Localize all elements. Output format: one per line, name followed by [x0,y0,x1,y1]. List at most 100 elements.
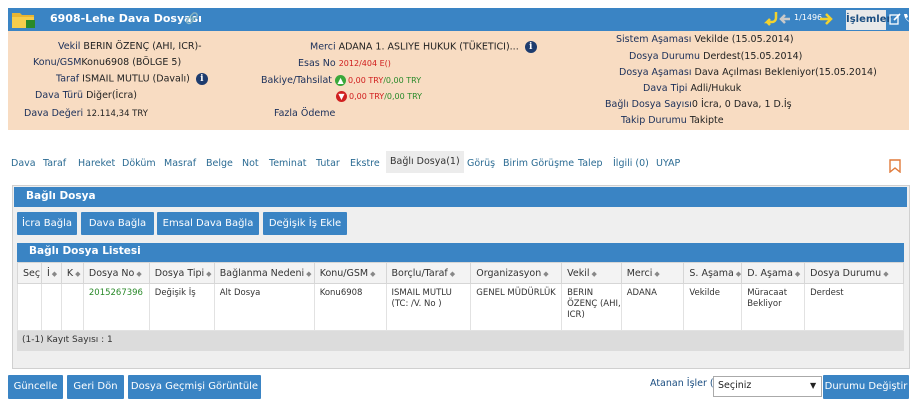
emsal-dava-bagla-button[interactable]: Emsal Dava Bağla [157,212,259,235]
sort-icon: ◆ [794,269,801,278]
first-record-arrow-icon[interactable] [764,10,778,26]
tab-gorus[interactable]: Görüş [467,158,495,169]
tab-ekstre[interactable]: Ekstre [350,158,380,169]
merci-info-icon[interactable]: i [524,41,537,53]
dosya-asamasi-row: Dosya Aşaması Dava Açılması Bekleniyor(1… [619,67,877,78]
tab-uyap[interactable]: UYAP [656,158,680,169]
islemler-menu-button[interactable]: İşlemler [846,10,891,30]
tab-talep[interactable]: Talep [578,158,603,169]
tab-tutar[interactable]: Tutar [316,158,340,169]
cell-dosya-no-link[interactable]: 2015267396 [82,283,150,331]
cell-organizasyon: GENEL MÜDÜRLÜK [470,283,563,331]
tab-hareket[interactable]: Hareket [78,158,115,169]
geri-don-button[interactable]: Geri Dön [67,375,124,399]
cell-konu-gsm: Konu6908 [313,283,387,331]
column-header-merci[interactable]: Merci ◆ [620,262,685,284]
durumu-degistir-button[interactable]: Durumu Değiştir [823,375,909,399]
tab-teminat[interactable]: Teminat [269,158,307,169]
atanan-isler-select[interactable]: Seçiniz ▼ [713,376,822,397]
column-header-dosya-durumu[interactable]: Dosya Durumu ◆ [804,262,904,284]
column-header-vekil[interactable]: Vekil ◆ [561,262,622,284]
sort-icon: ◆ [449,269,456,278]
column-header-baglanma-nedeni[interactable]: Bağlanma Nedeni ◆ [213,262,315,284]
sort-icon: ◆ [735,269,742,278]
column-header-dosya-no[interactable]: Dosya No ◆ [82,262,150,284]
tab-belge[interactable]: Belge [206,158,233,169]
tab-ilgili[interactable]: İlgili (0) [613,158,649,169]
cell-k [60,283,84,331]
sort-icon: ◆ [75,269,81,278]
edit-icon[interactable] [889,13,901,25]
sort-icon: ◆ [883,269,889,278]
cell-s-asama: Vekilde [683,283,743,331]
bakiye-down-row: ▼ 0,00 TRY/0,00 TRY [336,91,422,102]
column-header-d-asama[interactable]: D. Aşama ◆ [741,262,806,284]
sort-icon: ◆ [591,269,597,278]
column-header-k[interactable]: K ◆ [60,262,84,284]
vekil-row: Vekil BERIN ÖZENÇ (AHI, ICR)- [58,41,202,52]
chevron-down-icon: ▼ [810,381,817,390]
tab-dokum[interactable]: Döküm [122,158,156,169]
sort-icon: ◆ [654,269,660,278]
column-header-i[interactable]: İ ◆ [40,262,62,284]
taraf-row: Taraf ISMAIL MUTLU (Davalı) i [56,73,208,85]
case-tabs: Dava Taraf Hareket Döküm Masraf Belge No… [8,151,909,173]
next-record-arrow-icon[interactable] [819,11,833,27]
up-arrow-icon: ▲ [335,75,347,86]
cell-sec[interactable] [17,283,42,331]
dava-degeri-row: Dava Değeri 12.114,34 TRY [24,108,148,119]
case-title: 6908-Lehe Dava Dosyası [50,12,202,25]
bagli-dosya-listesi-header: Bağlı Dosya Listesi [17,243,904,262]
column-header-s-asama[interactable]: S. Aşama ◆ [683,262,743,284]
case-summary-panel: Vekil BERIN ÖZENÇ (AHI, ICR)- Konu/GSMKo… [8,31,909,130]
cell-d-asama: Müracaat Bekliyor [741,283,806,331]
sort-icon: ◆ [51,269,58,278]
tab-not[interactable]: Not [242,158,259,169]
esas-no-row: Esas No 2012/404 E() [298,58,391,69]
sort-icon: ◆ [306,269,312,278]
tab-dava[interactable]: Dava [11,158,36,169]
degisik-is-ekle-button[interactable]: Değişik İş Ekle [263,212,347,235]
phone-icon[interactable] [902,13,914,25]
taraf-info-icon[interactable]: i [195,73,208,85]
icra-bagla-button[interactable]: İcra Bağla [17,212,77,235]
dava-turu-row: Dava Türü Diğer(İcra) [35,90,137,101]
konu-row: Konu/GSMKonu6908 (BÖLGE 5) [33,57,182,68]
bookmark-icon[interactable] [889,159,901,173]
bagli-dosya-listesi-title: Bağlı Dosya Listesi [29,245,141,257]
dosya-gecmisi-button[interactable]: Dosya Geçmişi Görüntüle [128,375,261,399]
tab-birim-gorusme[interactable]: Birim Görüşme [503,158,574,169]
atanan-isler-label: Atanan İşler (*) [650,378,723,389]
column-header-sec[interactable]: Seç [17,262,42,284]
tab-bagli-dosya[interactable]: Bağlı Dosya(1) [386,151,464,173]
bagli-dosya-table: Seç İ ◆ K ◆ Dosya No ◆ Dosya Tipi ◆ Bağlanma… [17,262,904,331]
dava-tipi-row: Dava Tipi Adli/Hukuk [643,83,742,94]
sort-icon: ◆ [370,269,376,278]
folder-icon [12,13,35,28]
link-icon[interactable]: 🔗 [185,12,199,25]
tab-masraf[interactable]: Masraf [164,158,196,169]
atanan-isler-selected-value: Seçiniz [718,380,752,391]
dosya-durumu-row: Dosya Durumu Derdest(15.05.2014) [629,51,803,62]
dava-bagla-button[interactable]: Dava Bağla [81,212,154,235]
cell-vekil: BERIN ÖZENÇ (AHI, ICR) [561,283,622,331]
column-header-dosya-tipi[interactable]: Dosya Tipi ◆ [148,262,215,284]
column-header-borclu-taraf[interactable]: Borçlu/Taraf ◆ [385,262,472,284]
previous-record-arrow-icon[interactable] [779,12,791,26]
down-arrow-icon: ▼ [336,91,347,102]
cell-dosya-durumu: Derdest [804,283,904,331]
sort-icon: ◆ [136,269,142,278]
column-header-konu-gsm[interactable]: Konu/GSM ◆ [313,262,387,284]
guncelle-button[interactable]: Güncelle [8,375,63,399]
bagli-dosya-title: Bağlı Dosya [26,190,96,202]
bakiye-row: Bakiye/Tahsilat ▲ 0,00 TRY/0,00 TRY [261,75,422,86]
table-row[interactable]: 2015267396 Değişik İş Alt Dosya Konu6908… [17,283,904,331]
tab-taraf[interactable]: Taraf [43,158,66,169]
case-header: 6908-Lehe Dava Dosyası 🔗 1/1496 İşlemler [8,8,913,31]
cell-baglanma-nedeni: Alt Dosya [213,283,315,331]
column-header-organizasyon[interactable]: Organizasyon ◆ [470,262,563,284]
cell-i [40,283,62,331]
takip-durumu-row: Takip Durumu Takipte [621,115,724,126]
fazla-odeme-row: Fazla Ödeme [274,108,336,119]
record-pager: 1/1496 [794,13,823,22]
